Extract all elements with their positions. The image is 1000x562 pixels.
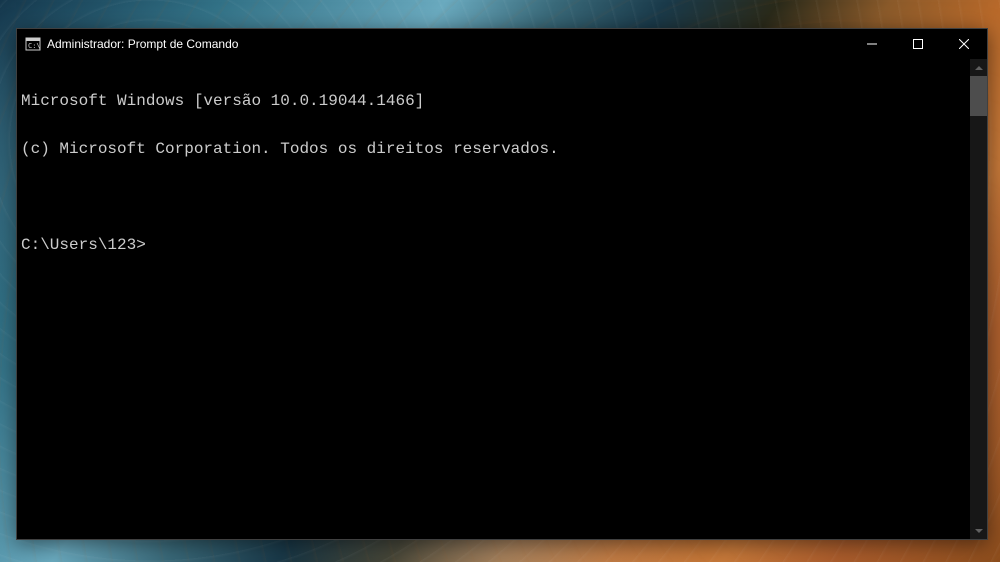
terminal-body: Microsoft Windows [versão 10.0.19044.146…	[17, 59, 987, 539]
cmd-icon: C:\	[25, 36, 41, 52]
terminal-line: Microsoft Windows [versão 10.0.19044.146…	[21, 93, 966, 109]
titlebar[interactable]: C:\ Administrador: Prompt de Comando	[17, 29, 987, 59]
vertical-scrollbar[interactable]	[970, 59, 987, 539]
scrollbar-track[interactable]	[970, 76, 987, 522]
close-button[interactable]	[941, 29, 987, 59]
window-controls	[849, 29, 987, 59]
scrollbar-up-arrow-icon[interactable]	[970, 59, 987, 76]
terminal-content[interactable]: Microsoft Windows [versão 10.0.19044.146…	[17, 59, 970, 539]
window-title: Administrador: Prompt de Comando	[47, 37, 849, 51]
terminal-line: (c) Microsoft Corporation. Todos os dire…	[21, 141, 966, 157]
scrollbar-thumb[interactable]	[970, 76, 987, 116]
maximize-button[interactable]	[895, 29, 941, 59]
terminal-prompt: C:\Users\123>	[21, 237, 966, 253]
command-prompt-window: C:\ Administrador: Prompt de Comando	[16, 28, 988, 540]
minimize-button[interactable]	[849, 29, 895, 59]
scrollbar-down-arrow-icon[interactable]	[970, 522, 987, 539]
terminal-line	[21, 189, 966, 205]
svg-text:C:\: C:\	[28, 42, 41, 50]
